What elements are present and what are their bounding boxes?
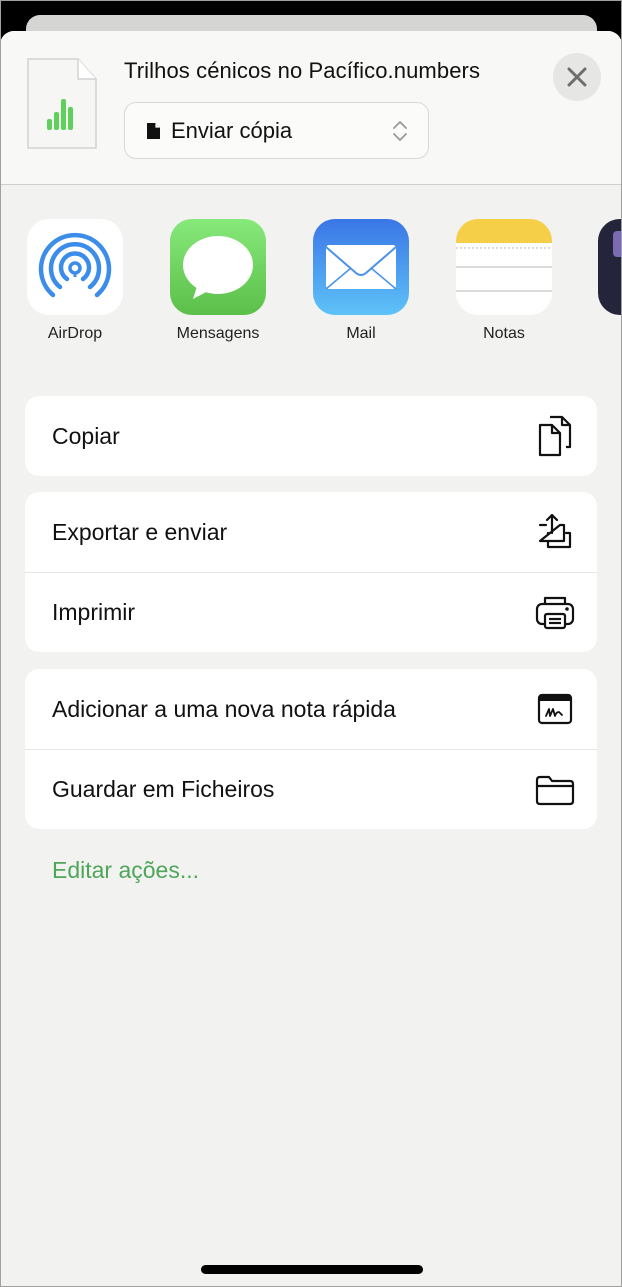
close-icon [567,67,587,87]
copy-icon [535,415,575,457]
app-share-row: AirDrop Mensagens Mail Notas [0,219,622,349]
app-notes[interactable]: Notas [456,219,552,343]
app-airdrop[interactable]: AirDrop [27,219,123,343]
messages-icon [170,219,266,315]
app-mail[interactable]: Mail [313,219,409,343]
action-label: Exportar e enviar [52,518,228,545]
action-label: Imprimir [52,599,136,625]
action-group-export: Exportar e enviar Imprimir [25,492,597,652]
action-label: Adicionar a uma nova nota rápida [52,695,396,722]
app-name: AirDrop [47,325,103,342]
action-group-save: Adicionar a uma nova nota rápida Guardar… [25,669,597,829]
share-sheet: Trilhos cénicos no Pacífico.numbers Envi… [0,31,622,1287]
action-save-to-files[interactable]: Guardar em Ficheiros [25,749,597,829]
partial-app-icon [598,219,622,315]
action-quick-note[interactable]: Adicionar a uma nova nota rápida [25,669,597,749]
action-export-send[interactable]: Exportar e enviar [25,492,597,572]
send-mode-picker[interactable]: Enviar cópia [124,102,429,159]
action-label: Guardar em Ficheiros [52,776,275,802]
app-name: Mensagens [176,325,260,342]
send-mode-label: Enviar cópia [171,117,293,143]
mail-icon [313,219,409,315]
action-label: Copiar [52,422,120,449]
share-sheet-header: Trilhos cénicos no Pacífico.numbers Envi… [0,31,622,185]
app-partial[interactable] [598,219,622,315]
quick-note-icon [535,689,575,729]
file-title: Trilhos cénicos no Pacífico.numbers [124,58,481,83]
action-group-copy: Copiar [25,396,597,476]
airdrop-icon [27,219,123,315]
numbers-document-icon [26,57,98,150]
edit-actions-link[interactable]: Editar ações... [52,857,199,884]
printer-icon [535,593,575,633]
app-name: Mail [346,325,376,342]
home-indicator[interactable] [201,1265,423,1274]
action-print[interactable]: Imprimir [25,572,597,652]
folder-icon [535,770,575,810]
action-copy[interactable]: Copiar [25,396,597,476]
app-messages[interactable]: Mensagens [170,219,266,343]
export-share-icon [535,512,575,552]
close-button[interactable] [553,53,601,101]
app-name: Notas [483,325,525,342]
chevron-up-down-icon [393,121,407,141]
document-icon [147,122,160,139]
notes-icon [456,219,552,315]
